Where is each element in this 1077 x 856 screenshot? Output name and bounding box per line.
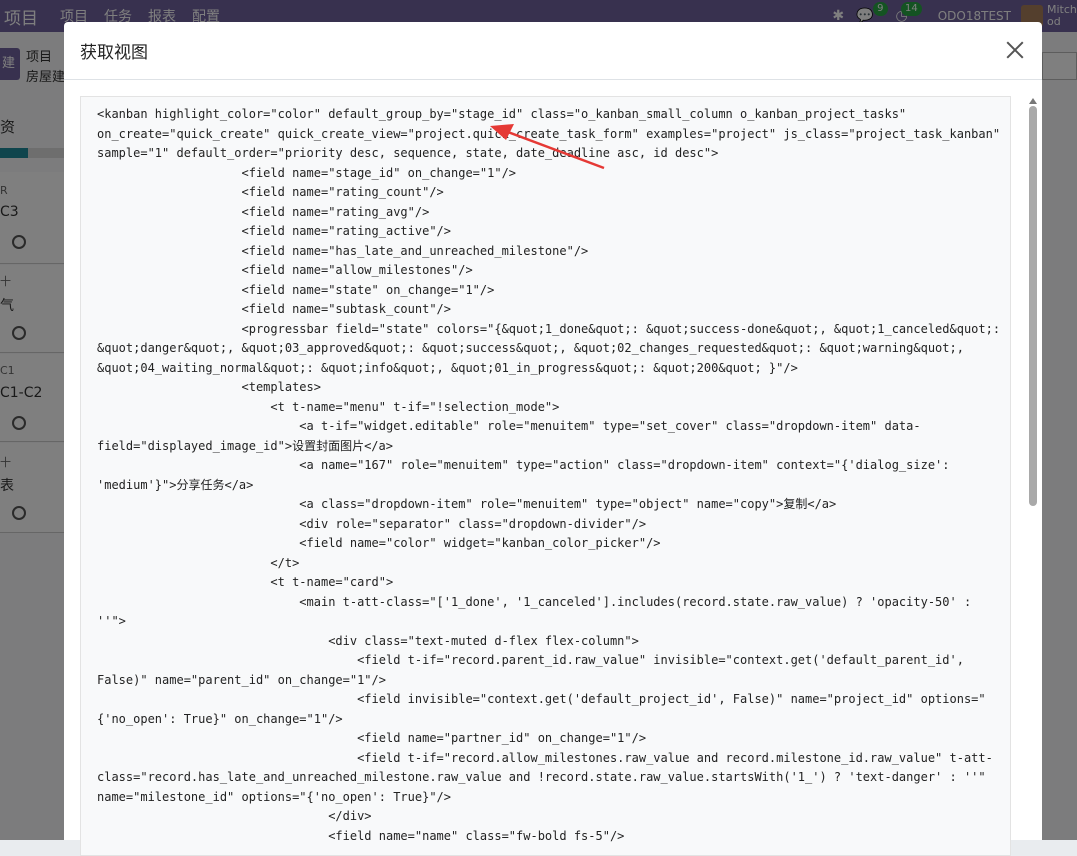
code-line: <main t-att-class="['1_done', '1_cancele… xyxy=(97,594,972,609)
code-line: </div> xyxy=(97,809,372,823)
code-line: <field t-if="record.parent_id.raw_value"… xyxy=(97,653,964,667)
code-line: <a name="167" role="menuitem" type="acti… xyxy=(97,458,950,472)
code-line: <t t-name="card"> xyxy=(97,575,394,589)
code-line: {'no_open': True}" on_change="1"/> xyxy=(97,711,343,726)
code-line: field="displayed_image_id">设置封面图片</a> xyxy=(97,438,393,453)
code-line: <progressbar field="state" colors="{&quo… xyxy=(97,321,1001,336)
scrollbar[interactable] xyxy=(1027,96,1039,856)
code-line: <field name="subtask_count"/> xyxy=(97,302,452,316)
code-lines: <kanban highlight_color="color" default_… xyxy=(81,97,1010,846)
code-line: <field invisible="context.get('default_p… xyxy=(97,692,986,706)
modal-title: 获取视图 xyxy=(80,43,148,63)
code-line: name="milestone_id" options="{'no_open':… xyxy=(97,789,452,804)
close-icon[interactable] xyxy=(1002,37,1028,63)
code-line: <field name="state" on_change="1"/> xyxy=(97,282,495,297)
code-line: on_create="quick_create" quick_create_vi… xyxy=(97,126,1001,141)
code-line: <field t-if="record.allow_milestones.raw… xyxy=(97,750,993,765)
scroll-up-arrow-icon[interactable] xyxy=(1029,98,1037,104)
code-line: <field name="rating_avg"/> xyxy=(97,204,430,219)
code-line: <field name="color" widget="kanban_color… xyxy=(97,536,661,550)
code-line: <field name="rating_count"/> xyxy=(97,185,444,199)
view-code-block[interactable]: <kanban highlight_color="color" default_… xyxy=(80,96,1011,856)
code-line: &quot;04_waiting_normal&quot;: &quot;inf… xyxy=(97,360,798,375)
modal-header: 获取视图 xyxy=(64,22,1042,80)
code-line: <field name="has_late_and_unreached_mile… xyxy=(97,243,589,258)
code-line: sample="1" default_order="priority desc,… xyxy=(97,146,719,160)
code-line: <div class="text-muted d-flex flex-colum… xyxy=(97,633,639,648)
code-line: <a t-if="widget.editable" role="menuitem… xyxy=(97,419,921,433)
code-line: <div role="separator" class="dropdown-di… xyxy=(97,516,647,531)
code-line: <kanban highlight_color="color" default_… xyxy=(97,107,907,121)
code-line: <field name="rating_active"/> xyxy=(97,224,452,238)
code-line: <field name="name" class="fw-bold fs-5"/… xyxy=(97,828,625,843)
code-line: <field name="stage_id" on_change="1"/> xyxy=(97,165,517,180)
code-line: 'medium'}">分享任务</a> xyxy=(97,477,254,492)
code-line: <templates> xyxy=(97,380,321,394)
code-line: </t> xyxy=(97,555,300,570)
code-line: ''"> xyxy=(97,614,126,628)
code-line: <field name="allow_milestones"/> xyxy=(97,263,473,277)
code-line: <field name="partner_id" on_change="1"/> xyxy=(97,731,647,745)
code-line: class="record.has_late_and_unreached_mil… xyxy=(97,770,986,784)
code-line: False)" name="parent_id" on_change="1"/> xyxy=(97,672,386,687)
code-line: &quot;danger&quot;, &quot;03_approved&qu… xyxy=(97,341,964,355)
get-view-dialog: 获取视图 <kanban highlight_color="color" def… xyxy=(64,22,1042,856)
code-line: <t t-name="menu" t-if="!selection_mode"> xyxy=(97,399,560,414)
scroll-thumb[interactable] xyxy=(1029,106,1037,506)
code-line: <a class="dropdown-item" role="menuitem"… xyxy=(97,497,837,511)
